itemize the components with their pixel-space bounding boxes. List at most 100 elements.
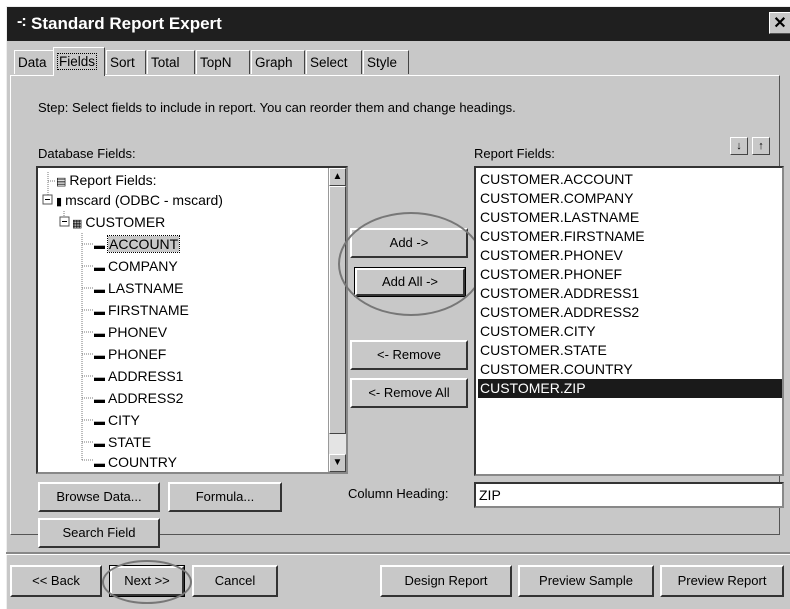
tab-total[interactable]: Total — [147, 50, 195, 74]
field-icon: ▬ — [94, 350, 105, 362]
preview-sample-button[interactable]: Preview Sample — [518, 565, 654, 597]
window-menu-icon[interactable]: -: — [17, 13, 27, 31]
tab-data[interactable]: Data — [14, 50, 54, 74]
tree-item-phonef[interactable]: ▬ PHONEF — [94, 344, 166, 365]
tab-label: TopN — [200, 55, 232, 70]
scroll-up-button[interactable]: ▲ — [329, 168, 346, 186]
tab-label: Style — [367, 55, 398, 70]
cancel-button[interactable]: Cancel — [192, 565, 278, 597]
tree-item-label: ACCOUNT — [106, 235, 181, 253]
report-field-item[interactable]: CUSTOMER.PHONEF — [478, 265, 782, 284]
tree-item-label: ADDRESS2 — [108, 390, 184, 406]
report-field-item[interactable]: CUSTOMER.ADDRESS1 — [478, 284, 782, 303]
tree-item-label: Report Fields: — [69, 172, 157, 188]
arrow-up-icon: ↑ — [758, 140, 764, 152]
tree-item-address1[interactable]: ▬ ADDRESS1 — [94, 366, 183, 387]
report-field-item[interactable]: CUSTOMER.STATE — [478, 341, 782, 360]
tree-item-phonev[interactable]: ▬ PHONEV — [94, 322, 167, 343]
field-icon: ▬ — [94, 306, 105, 318]
tab-style[interactable]: Style — [363, 50, 409, 74]
remove-button[interactable]: <- Remove — [350, 340, 468, 370]
tab-label: Fields — [57, 53, 98, 70]
table-icon: ▦ — [72, 218, 83, 230]
report-field-item[interactable]: CUSTOMER.COUNTRY — [478, 360, 782, 379]
report-field-item[interactable]: CUSTOMER.COMPANY — [478, 189, 782, 208]
triangle-down-icon: ▼ — [332, 457, 343, 468]
search-field-button[interactable]: Search Field — [38, 518, 160, 548]
scroll-thumb[interactable] — [329, 186, 346, 434]
tree-item-account[interactable]: ▬ ACCOUNT — [94, 234, 181, 255]
tree-item-label: PHONEF — [108, 346, 167, 362]
tree-scrollbar[interactable]: ▲ ▼ — [328, 168, 346, 472]
preview-report-button[interactable]: Preview Report — [660, 565, 784, 597]
tree-item-company[interactable]: ▬ COMPANY — [94, 256, 178, 277]
tree-item-address2[interactable]: ▬ ADDRESS2 — [94, 388, 183, 409]
tree-item-mscard[interactable]: ▮ mscard (ODBC - mscard) — [56, 190, 223, 211]
remove-all-button[interactable]: <- Remove All — [350, 378, 468, 408]
tree-item-lastname[interactable]: ▬ LASTNAME — [94, 278, 183, 299]
move-up-button[interactable]: ↑ — [752, 137, 770, 155]
tab-fields[interactable]: Fields — [53, 47, 105, 76]
tree-item-label: STATE — [108, 434, 152, 450]
report-field-item[interactable]: CUSTOMER.LASTNAME — [478, 208, 782, 227]
field-icon: ▬ — [94, 328, 105, 340]
window-title: Standard Report Expert — [31, 14, 222, 33]
move-down-button[interactable]: ↓ — [730, 137, 748, 155]
scroll-down-button[interactable]: ▼ — [329, 454, 346, 472]
tree-item-city[interactable]: ▬ CITY — [94, 410, 140, 431]
tree-item-customer[interactable]: ▦ CUSTOMER — [72, 212, 165, 233]
field-icon: ▬ — [94, 372, 105, 384]
step-instructions: Step: Select fields to include in report… — [38, 100, 516, 115]
tab-topn[interactable]: TopN — [196, 50, 250, 74]
tree-item-state[interactable]: ▬ STATE — [94, 432, 151, 453]
tab-label: Select — [310, 55, 348, 70]
tree-item-firstname[interactable]: ▬ FIRSTNAME — [94, 300, 189, 321]
report-fields-list[interactable]: CUSTOMER.ACCOUNT CUSTOMER.COMPANY CUSTOM… — [474, 166, 784, 476]
report-field-item[interactable]: CUSTOMER.PHONEV — [478, 246, 782, 265]
database-icon: ▮ — [56, 196, 63, 208]
report-field-item[interactable]: CUSTOMER.FIRSTNAME — [478, 227, 782, 246]
tree-item-report-fields[interactable]: ▤ Report Fields: — [56, 170, 157, 191]
report-field-item[interactable]: CUSTOMER.ACCOUNT — [478, 170, 782, 189]
formula-button[interactable]: Formula... — [168, 482, 282, 512]
tree-item-label: COUNTRY — [108, 454, 177, 470]
report-field-item[interactable]: CUSTOMER.CITY — [478, 322, 782, 341]
tree-item-label: FIRSTNAME — [108, 302, 189, 318]
tab-label: Data — [18, 55, 47, 70]
add-button[interactable]: Add -> — [350, 228, 468, 258]
back-button[interactable]: << Back — [10, 565, 102, 597]
browse-data-button[interactable]: Browse Data... — [38, 482, 160, 512]
database-fields-tree[interactable]: ▤ Report Fields: ▮ mscard (ODBC - mscard) … — [36, 166, 348, 474]
add-all-button[interactable]: Add All -> — [354, 267, 466, 297]
tree-item-label: CITY — [108, 412, 140, 428]
tab-label: Graph — [255, 55, 293, 70]
field-icon: ▬ — [94, 284, 105, 296]
triangle-up-icon: ▲ — [332, 171, 343, 182]
tree-item-label: COMPANY — [108, 258, 178, 274]
divider — [6, 552, 790, 555]
tree-item-label: LASTNAME — [108, 280, 184, 296]
tree-item-country[interactable]: ▬ COUNTRY — [94, 452, 177, 473]
tree-item-label: ADDRESS1 — [108, 368, 184, 384]
tab-select[interactable]: Select — [306, 50, 362, 74]
tree-item-label: PHONEV — [108, 324, 168, 340]
field-icon: ▬ — [94, 394, 105, 406]
field-icon: ▬ — [94, 416, 105, 428]
tree-item-label: CUSTOMER — [85, 214, 166, 230]
tab-graph[interactable]: Graph — [251, 50, 305, 74]
column-heading-input[interactable]: ZIP — [474, 482, 784, 508]
title-bar: -: Standard Report Expert ✕ — [7, 7, 790, 41]
close-button[interactable]: ✕ — [769, 12, 790, 34]
tab-label: Total — [151, 55, 180, 70]
next-button[interactable]: Next >> — [109, 565, 185, 597]
field-icon: ▬ — [94, 458, 105, 470]
report-field-item[interactable]: CUSTOMER.ADDRESS2 — [478, 303, 782, 322]
database-fields-label: Database Fields: — [38, 146, 136, 161]
design-report-button[interactable]: Design Report — [380, 565, 512, 597]
tab-label: Sort — [110, 55, 135, 70]
column-heading-label: Column Heading: — [348, 486, 449, 501]
tree-item-label: mscard (ODBC - mscard) — [65, 192, 223, 208]
tab-sort[interactable]: Sort — [106, 50, 146, 74]
report-field-item-selected[interactable]: CUSTOMER.ZIP — [478, 379, 782, 398]
field-icon: ▬ — [94, 262, 105, 274]
